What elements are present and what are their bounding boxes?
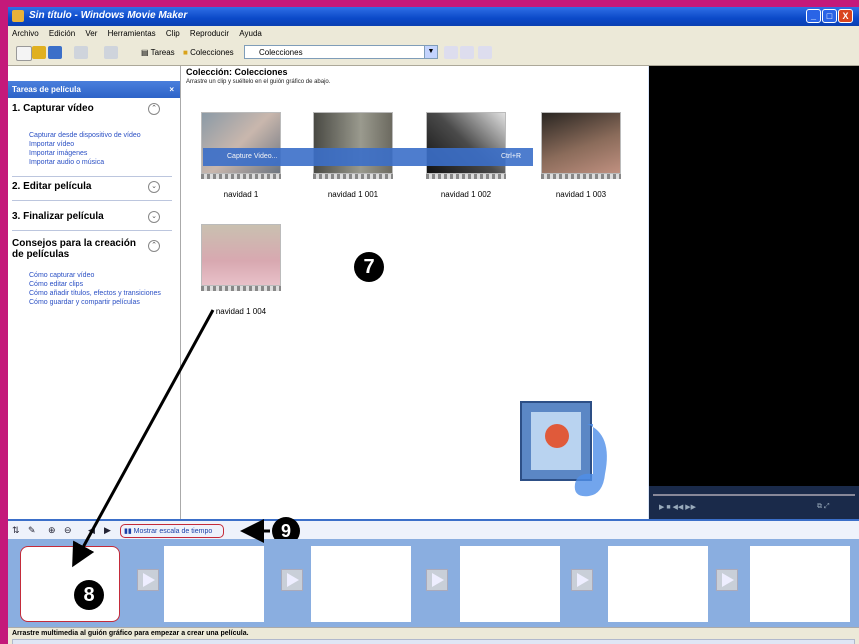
- app-window: Sin título - Windows Movie Maker _ □ X A…: [8, 7, 859, 644]
- annotation-arrows: [72, 309, 270, 568]
- drag-arrow: [72, 309, 215, 568]
